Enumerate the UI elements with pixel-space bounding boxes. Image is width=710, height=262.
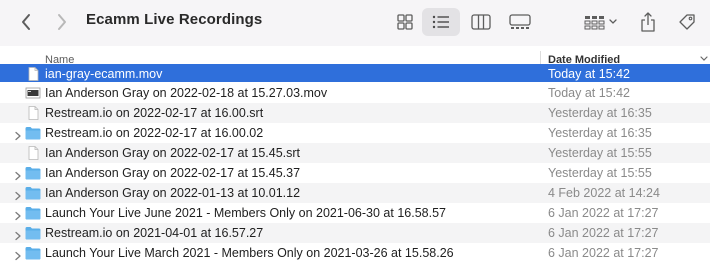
chevron-left-icon [22, 14, 30, 30]
group-grid-icon [584, 16, 617, 30]
sort-chevron-down-icon[interactable] [700, 56, 708, 62]
folder-icon [25, 206, 41, 220]
file-name: Ian Anderson Gray on 2022-02-17 at 15.45… [45, 146, 301, 160]
file-date: 4 Feb 2022 at 14:24 [548, 186, 660, 200]
list-item[interactable]: ian-gray-ecamm.mov Today at 15:42 [0, 64, 710, 82]
folder-icon [25, 246, 41, 260]
column-view-icon [471, 14, 491, 30]
file-name: Launch Your Live June 2021 - Members Onl… [45, 206, 446, 220]
list-item[interactable]: Ian Anderson Gray on 2022-02-18 at 15.27… [0, 83, 710, 103]
list-item[interactable]: Launch Your Live March 2021 - Members On… [0, 243, 710, 262]
tag-icon [679, 14, 695, 30]
list-item[interactable]: Ian Anderson Gray on 2022-01-13 at 10.01… [0, 183, 710, 203]
icon-view-icon [397, 14, 413, 30]
file-name: Ian Anderson Gray on 2022-01-13 at 10.01… [45, 186, 301, 200]
file-date: Yesterday at 16:35 [548, 106, 652, 120]
list-item[interactable]: Ian Anderson Gray on 2022-02-17 at 15.45… [0, 143, 710, 163]
back-button[interactable] [14, 10, 38, 34]
document-icon [25, 146, 41, 160]
disclosure-triangle-icon[interactable] [14, 168, 22, 181]
document-icon [25, 67, 41, 81]
folder-icon [25, 126, 41, 140]
window-toolbar: Ecamm Live Recordings [0, 0, 710, 46]
file-date: Yesterday at 15:55 [548, 146, 652, 160]
folder-icon [25, 186, 41, 200]
disclosure-triangle-icon[interactable] [14, 128, 22, 141]
file-date: Yesterday at 16:35 [548, 126, 652, 140]
list-view-button[interactable] [422, 8, 460, 36]
file-date: Today at 15:42 [548, 86, 631, 100]
file-name: Restream.io on 2022-02-17 at 16.00.02 [45, 126, 264, 140]
folder-icon [25, 166, 41, 180]
list-view-icon [432, 15, 449, 29]
group-button[interactable] [580, 8, 622, 36]
file-date: 6 Jan 2022 at 17:27 [548, 226, 659, 240]
disclosure-triangle-icon[interactable] [14, 248, 22, 261]
icon-view-button[interactable] [390, 8, 420, 36]
list-item[interactable]: Ian Anderson Gray on 2022-02-17 at 15.45… [0, 163, 710, 183]
disclosure-triangle-icon[interactable] [14, 228, 22, 241]
file-date: Today at 15:42 [548, 67, 631, 81]
file-name: ian-gray-ecamm.mov [45, 67, 163, 81]
file-name: Restream.io on 2022-02-17 at 16.00.srt [45, 106, 264, 120]
disclosure-triangle-icon[interactable] [14, 188, 22, 201]
movie-file-icon [25, 86, 41, 100]
disclosure-triangle-icon[interactable] [14, 208, 22, 221]
document-icon [25, 106, 41, 120]
file-name: Launch Your Live March 2021 - Members On… [45, 246, 454, 260]
list-item[interactable]: Restream.io on 2022-02-17 at 16.00.02 Ye… [0, 123, 710, 143]
gallery-view-icon [509, 14, 531, 29]
file-name: Restream.io on 2021-04-01 at 16.57.27 [45, 226, 264, 240]
file-name: Ian Anderson Gray on 2022-02-18 at 15.27… [45, 86, 328, 100]
column-view-button[interactable] [466, 8, 496, 36]
folder-icon [25, 226, 41, 240]
list-item[interactable]: Launch Your Live June 2021 - Members Onl… [0, 203, 710, 223]
file-date: 6 Jan 2022 at 17:27 [548, 246, 659, 260]
tag-button[interactable] [674, 8, 700, 36]
share-icon [641, 12, 655, 32]
window-title: Ecamm Live Recordings [86, 11, 263, 28]
list-item[interactable]: Restream.io on 2021-04-01 at 16.57.27 6 … [0, 223, 710, 243]
file-date: Yesterday at 15:55 [548, 166, 652, 180]
file-date: 6 Jan 2022 at 17:27 [548, 206, 659, 220]
gallery-view-button[interactable] [504, 8, 536, 36]
forward-button[interactable] [50, 10, 74, 34]
list-item[interactable]: Restream.io on 2022-02-17 at 16.00.srt Y… [0, 103, 710, 123]
chevron-right-icon [58, 14, 66, 30]
share-button[interactable] [636, 8, 660, 36]
file-list: ian-gray-ecamm.mov Today at 15:42 Ian An… [0, 63, 710, 262]
file-name: Ian Anderson Gray on 2022-02-17 at 15.45… [45, 166, 301, 180]
